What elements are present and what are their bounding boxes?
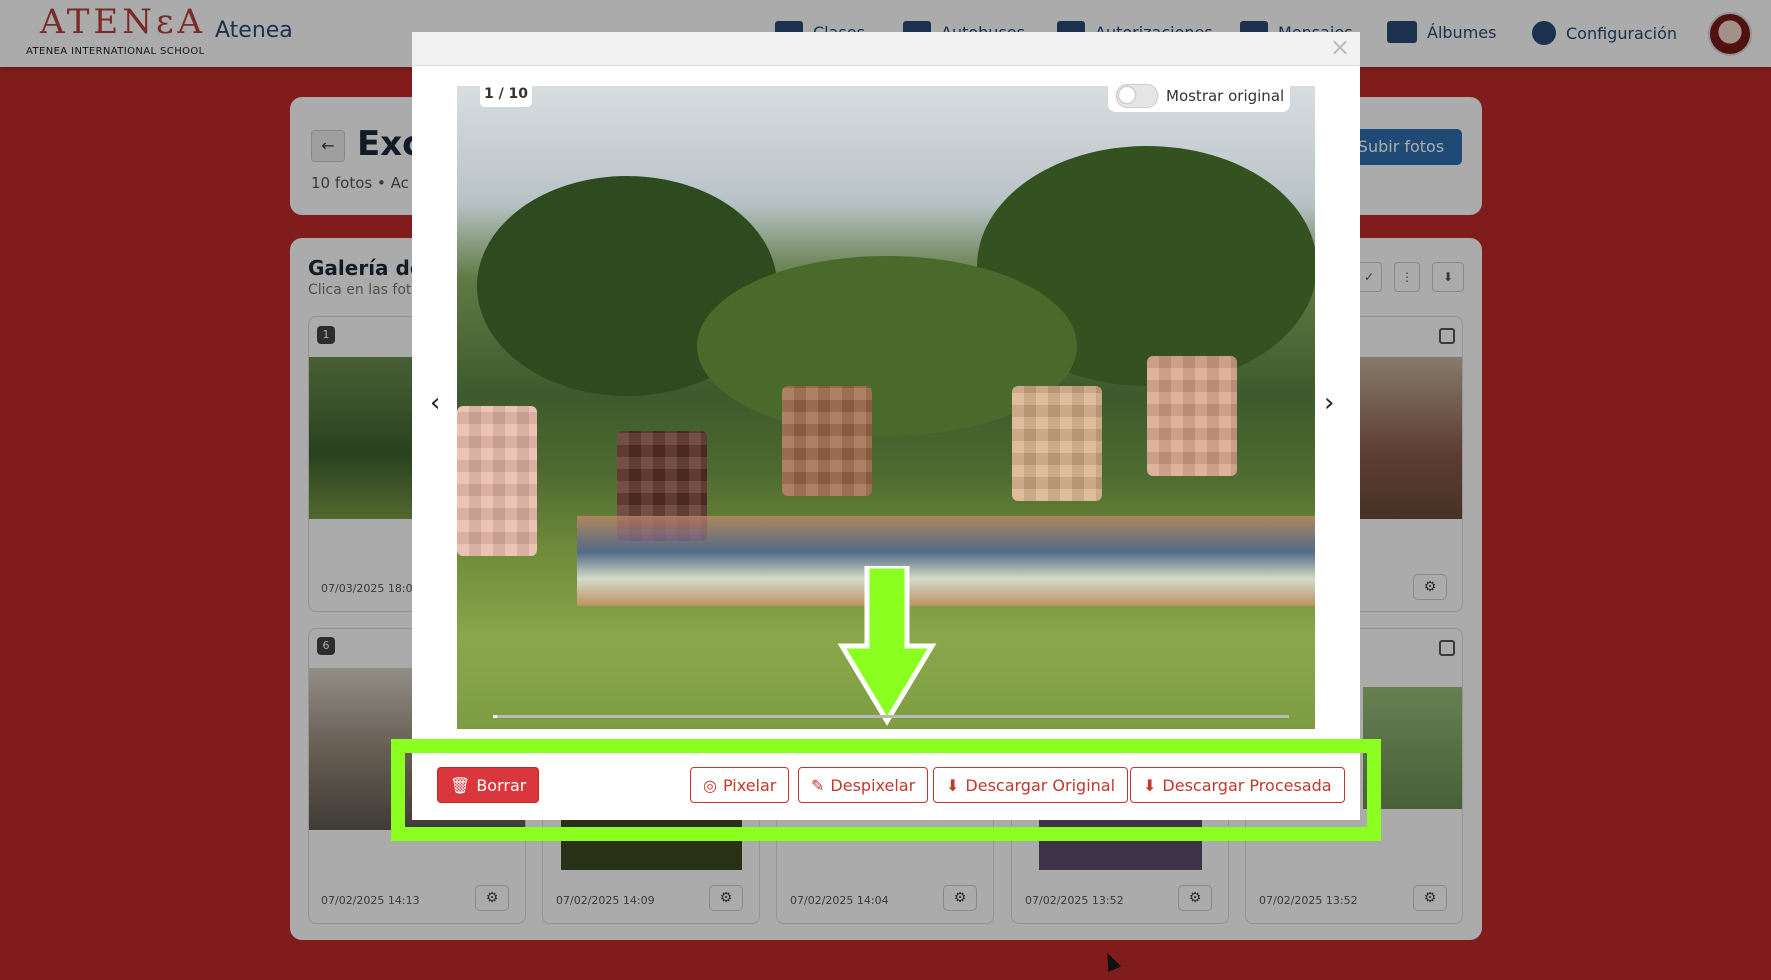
eye-slash-icon: ◎ <box>703 775 717 795</box>
show-original-label: Mostrar original <box>1166 87 1285 105</box>
download-original-label: Descargar Original <box>965 775 1116 795</box>
arrow-down-icon <box>837 566 937 726</box>
photo-progress-fill <box>493 715 497 718</box>
photo-progress-track <box>493 715 1289 718</box>
photo-children-bodies <box>577 516 1315 606</box>
delete-label: Borrar <box>476 775 527 795</box>
download-icon: ⬇ <box>1143 775 1157 795</box>
trash-icon: 🗑 <box>450 775 471 795</box>
delete-button[interactable]: 🗑 Borrar <box>437 767 540 803</box>
show-original-toggle-wrap[interactable]: Mostrar original <box>1108 80 1290 112</box>
pixelate-label: Pixelar <box>722 775 777 795</box>
pixelated-face <box>782 386 872 496</box>
magic-wand-icon: ✎ <box>811 775 825 795</box>
next-photo-button[interactable]: › <box>1324 388 1334 418</box>
modal-header <box>412 32 1360 66</box>
pixelated-face <box>1147 356 1237 476</box>
show-original-toggle[interactable] <box>1116 84 1158 108</box>
pixelate-button[interactable]: ◎ Pixelar <box>690 767 790 803</box>
download-processed-button[interactable]: ⬇ Descargar Procesada <box>1130 767 1345 803</box>
pixelated-face <box>1012 386 1102 501</box>
photo-preview <box>457 86 1315 729</box>
unpixelate-button[interactable]: ✎ Despixelar <box>798 767 929 803</box>
toggle-knob <box>1119 87 1135 103</box>
pixelated-face <box>457 406 537 556</box>
previous-photo-button[interactable]: ‹ <box>430 388 440 418</box>
unpixelate-label: Despixelar <box>830 775 916 795</box>
close-icon[interactable]: × <box>1330 33 1350 61</box>
photo-counter: 1 / 10 <box>480 81 532 107</box>
download-processed-label: Descargar Procesada <box>1162 775 1332 795</box>
download-original-button[interactable]: ⬇ Descargar Original <box>933 767 1129 803</box>
download-icon: ⬇ <box>946 775 960 795</box>
